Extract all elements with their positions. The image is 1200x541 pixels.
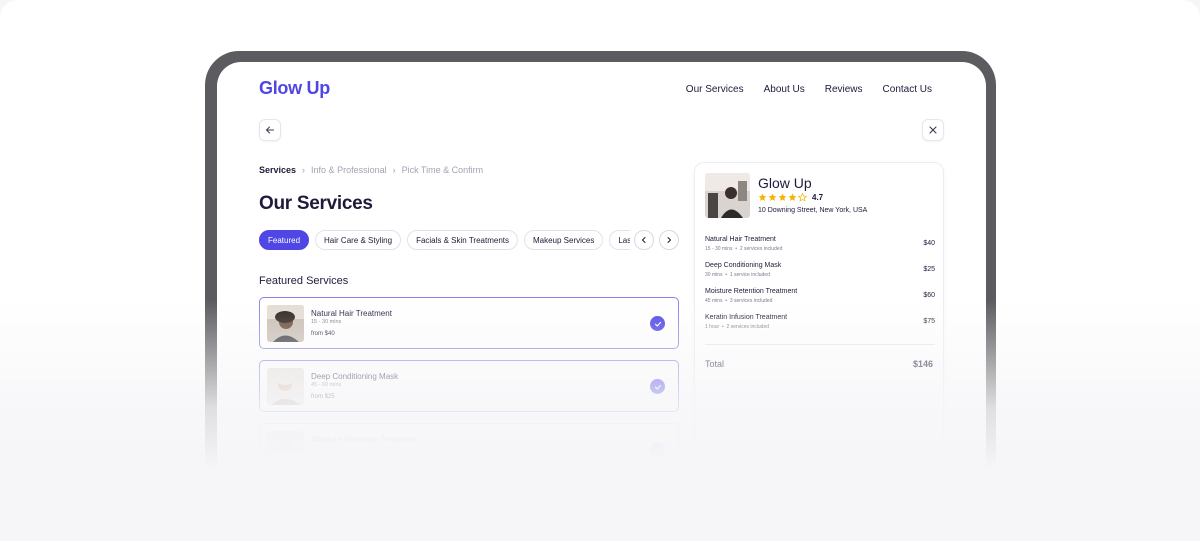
summary-item-name: Deep Conditioning Mask <box>705 262 782 269</box>
total-label: Total <box>705 359 725 369</box>
breadcrumb-info-professional[interactable]: Info & Professional <box>311 165 387 175</box>
service-name: Natural Hair Treatment <box>311 309 392 318</box>
category-tabs: Featured Hair Care & Styling Facials & S… <box>259 230 630 250</box>
selected-check-icon[interactable] <box>650 379 665 394</box>
page-title: Our Services <box>259 193 373 214</box>
tab-makeup[interactable]: Makeup Services <box>523 230 604 250</box>
rating-value: 4.7 <box>812 193 824 202</box>
chevron-right-icon: › <box>392 165 396 175</box>
summary-item-price: $40 <box>923 240 935 247</box>
summary-item-meta: 15 - 30 mins • 2 services included <box>705 246 783 252</box>
tabs-prev-button[interactable] <box>634 230 654 250</box>
star-icon <box>768 193 777 201</box>
service-photo <box>267 431 304 468</box>
service-duration: 45 - 60 mins <box>311 382 342 388</box>
breadcrumb-services[interactable]: Services <box>259 165 296 175</box>
star-outline-icon <box>798 193 807 202</box>
tab-facials[interactable]: Facials & Skin Treatments <box>407 230 518 250</box>
summary-item-name: Keratin Infusion Treatment <box>705 314 788 321</box>
brand-logo[interactable]: Glow Up <box>259 78 330 99</box>
summary-item: Natural Hair Treatment 15 - 30 mins • 2 … <box>705 236 935 256</box>
summary-item-meta: 1 hour • 2 services included <box>705 324 770 330</box>
chevron-left-icon <box>641 237 646 243</box>
service-name: Moisture Retention Treatment <box>311 435 417 444</box>
service-card[interactable]: Deep Conditioning Mask 45 - 60 mins from… <box>259 360 679 412</box>
summary-item-price: $25 <box>923 266 935 273</box>
arrow-left-icon <box>266 126 274 134</box>
section-title: Featured Services <box>259 275 349 287</box>
chevron-right-icon <box>667 237 672 243</box>
breadcrumb: Services › Info & Professional › Pick Ti… <box>259 165 483 175</box>
summary-item: Deep Conditioning Mask 30 mins • 1 servi… <box>705 262 935 282</box>
service-duration: 15 - 30 mins <box>311 319 342 325</box>
selected-check-icon[interactable] <box>650 442 665 457</box>
summary-item-name: Moisture Retention Treatment <box>705 288 798 295</box>
service-card[interactable]: Moisture Retention Treatment 30 - 45 min… <box>259 423 679 475</box>
close-icon <box>929 126 937 134</box>
chevron-right-icon: › <box>302 165 306 175</box>
back-button[interactable] <box>259 119 281 141</box>
service-price: from $60 <box>311 457 335 463</box>
tab-featured[interactable]: Featured <box>259 230 310 250</box>
tab-hair-care[interactable]: Hair Care & Styling <box>315 230 402 250</box>
service-photo <box>267 305 304 342</box>
divider <box>705 344 935 345</box>
booking-summary: Glow Up 4.7 10 Downing Street, New York,… <box>694 162 944 502</box>
service-price: from $40 <box>311 331 335 337</box>
summary-item-price: $75 <box>923 318 935 325</box>
service-name: Deep Conditioning Mask <box>311 372 399 381</box>
nav-contact-us[interactable]: Contact Us <box>883 84 932 95</box>
summary-item-meta: 45 mins • 3 services included <box>705 298 773 304</box>
main-nav: Our Services About Us Reviews Contact Us <box>686 84 932 95</box>
summary-item: Keratin Infusion Treatment 1 hour • 2 se… <box>705 314 935 334</box>
service-price: from $25 <box>311 394 335 400</box>
tabs-next-button[interactable] <box>659 230 679 250</box>
summary-item: Moisture Retention Treatment 45 mins • 3… <box>705 288 935 308</box>
salon-address: 10 Downing Street, New York, USA <box>758 207 868 214</box>
close-button[interactable] <box>922 119 944 141</box>
selected-check-icon[interactable] <box>650 316 665 331</box>
tab-lash[interactable]: Lash <box>609 230 630 250</box>
nav-about-us[interactable]: About Us <box>764 84 805 95</box>
star-icon <box>778 193 787 201</box>
rating-stars <box>758 193 807 202</box>
salon-name: Glow Up <box>758 175 812 191</box>
nav-our-services[interactable]: Our Services <box>686 84 744 95</box>
breadcrumb-pick-time[interactable]: Pick Time & Confirm <box>402 165 484 175</box>
summary-item-name: Natural Hair Treatment <box>705 236 776 243</box>
service-duration: 30 - 45 mins <box>311 445 342 451</box>
salon-photo <box>705 173 750 218</box>
service-photo <box>267 368 304 405</box>
service-card[interactable]: Natural Hair Treatment 15 - 30 mins from… <box>259 297 679 349</box>
summary-item-meta: 30 mins • 1 service included <box>705 272 770 278</box>
total-value: $146 <box>912 359 933 369</box>
star-icon <box>758 193 767 201</box>
summary-item-price: $60 <box>923 292 935 299</box>
star-icon <box>788 193 797 201</box>
app-screen: Glow Up Our Services About Us Reviews Co… <box>217 62 986 532</box>
nav-reviews[interactable]: Reviews <box>825 84 863 95</box>
